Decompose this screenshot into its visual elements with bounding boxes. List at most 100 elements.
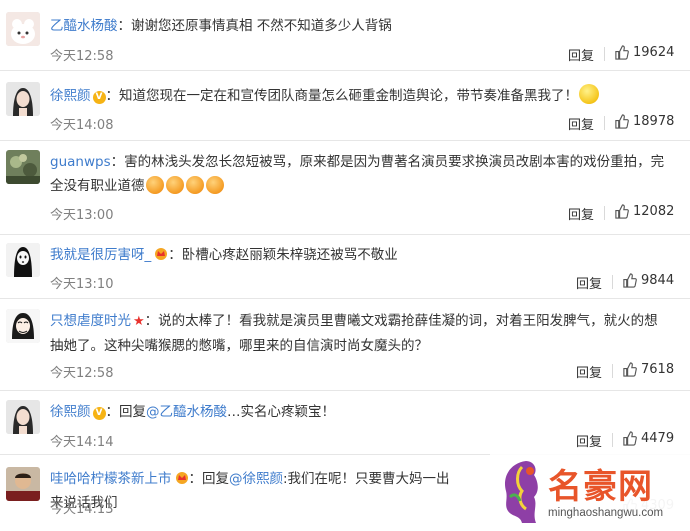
avatar-image (6, 150, 40, 184)
comment-text: 乙醯水杨酸：谢谢您还原事情真相 不然不知道多少人背锅 (50, 14, 668, 38)
comment-time: 今天14:08 (50, 118, 114, 133)
reply-prefix: 回复 (202, 471, 229, 487)
like-button[interactable]: 12082 (614, 204, 674, 219)
face-silhouette-logo-icon (504, 461, 538, 523)
separator: ： (105, 88, 120, 104)
comment-time: 今天14:13 (50, 502, 114, 517)
avatar[interactable] (6, 467, 40, 501)
avatar-image (6, 243, 40, 277)
divider (604, 116, 605, 130)
smile-emoji-icon (579, 84, 599, 104)
comment-body: 知道您现在一定在和宣传团队商量怎么砸重金制造舆论，带节奏准备黑我了！ (119, 88, 578, 104)
like-count: 19624 (633, 45, 675, 60)
crown-badge-icon (175, 472, 188, 484)
avatar-image (6, 12, 40, 46)
reply-button[interactable]: 回复 (576, 362, 602, 381)
comment-body: 谢谢您还原事情真相 不然不知道多少人背锅 (131, 18, 392, 34)
avatar[interactable] (6, 243, 40, 277)
avatar[interactable] (6, 82, 40, 116)
comment-text: 徐熙颜 V ：知道您现在一定在和宣传团队商量怎么砸重金制造舆论，带节奏准备黑我了！ (50, 84, 668, 108)
like-count: 4479 (641, 431, 675, 446)
angry-emoji-icon (205, 176, 224, 194)
avatar[interactable] (6, 150, 40, 184)
divider (612, 364, 613, 378)
comment-time: 今天13:10 (50, 277, 114, 292)
angry-emoji-icon (165, 176, 184, 194)
avatar-image (6, 309, 40, 343)
comment-author[interactable]: 乙醯水杨酸 (50, 18, 118, 34)
comment-body: 害的林浅头发忽长忽短被骂，原来都是因为曹著名演员要求换演员改剧本害的戏份重拍，完… (50, 154, 665, 194)
like-button[interactable]: 18978 (614, 114, 674, 129)
comment-item: 只想虐度时光 ★：说的太棒了！看我就是演员里曹曦文戏霸抢薛佳凝的词，对着王阳发脾气… (0, 299, 690, 391)
avatar-image (6, 400, 40, 434)
comment-author[interactable]: 哇哈哈柠檬茶新上市 (50, 471, 172, 487)
comment-item: 我就是很厉害呀_ ：卧槽心疼赵丽颖朱梓骁还被骂不敬业 今天13:10 回复 984… (0, 235, 690, 299)
avatar[interactable] (6, 400, 40, 434)
comment-text: 只想虐度时光 ★：说的太棒了！看我就是演员里曹曦文戏霸抢薛佳凝的词，对着王阳发脾气… (50, 309, 668, 358)
comment-author[interactable]: 只想虐度时光 (50, 313, 131, 329)
comment-text: 徐熙颜 V ：回复@乙醯水杨酸…实名心疼颖宝！ (50, 400, 668, 424)
thumbs-up-icon (623, 273, 637, 288)
avatar-image (6, 82, 40, 116)
thumbs-up-icon (623, 362, 637, 377)
angry-emoji-icon (185, 176, 204, 194)
like-button[interactable]: 4479 (622, 431, 674, 446)
separator: ： (144, 313, 159, 329)
reply-prefix: 回复 (119, 404, 146, 420)
thumbs-up-icon (615, 204, 629, 219)
reply-button[interactable]: 回复 (576, 273, 602, 292)
avatar[interactable] (6, 309, 40, 343)
separator: ： (188, 471, 203, 487)
comment-author[interactable]: 我就是很厉害呀_ (50, 247, 151, 263)
divider (604, 206, 605, 220)
reply-button[interactable]: 回复 (576, 431, 602, 450)
divider (612, 275, 613, 289)
like-count: 9844 (641, 273, 675, 288)
comment-time: 今天14:14 (50, 435, 114, 450)
comment-author[interactable]: 徐熙颜 (50, 404, 91, 420)
separator: ： (110, 154, 125, 170)
verified-badge-icon: V (92, 91, 106, 104)
star-badge-icon: ★ (133, 314, 145, 329)
divider (612, 433, 613, 447)
divider (604, 47, 605, 61)
avatar-image (6, 467, 40, 501)
separator: ： (105, 404, 120, 420)
like-count: 18978 (633, 114, 675, 129)
avatar[interactable] (6, 12, 40, 46)
watermark-title: 名豪网 (548, 467, 653, 507)
thumbs-up-icon (623, 431, 637, 446)
comment-time: 今天12:58 (50, 49, 114, 64)
reply-button[interactable]: 回复 (568, 45, 594, 64)
comment-author[interactable]: 徐熙颜 (50, 88, 91, 104)
watermark-url: minghaoshangwu.com (548, 507, 664, 519)
comment-item: 徐熙颜 V ：回复@乙醯水杨酸…实名心疼颖宝！ 今天14:14 回复 4479 (0, 391, 690, 455)
comment-text: 我就是很厉害呀_ ：卧槽心疼赵丽颖朱梓骁还被骂不敬业 (50, 243, 668, 267)
reply-button[interactable]: 回复 (568, 204, 594, 223)
separator: ： (168, 247, 182, 263)
comment-time: 今天13:00 (50, 208, 114, 223)
comment-body: 卧槽心疼赵丽颖朱梓骁还被骂不敬业 (181, 247, 398, 263)
thumbs-up-icon (615, 45, 629, 60)
like-count: 7618 (641, 362, 675, 377)
mention-link[interactable]: @乙醯水杨酸 (146, 404, 227, 420)
separator: ： (117, 18, 132, 34)
watermark-logo: 名豪网 minghaoshangwu.com (490, 453, 690, 531)
verified-badge-icon: V (92, 407, 106, 420)
like-button[interactable]: 7618 (622, 362, 674, 377)
like-button[interactable]: 9844 (622, 273, 674, 288)
mention-link[interactable]: @徐熙颜 (229, 471, 283, 487)
crown-badge-icon (155, 248, 168, 260)
comment-item: guanwps：害的林浅头发忽长忽短被骂，原来都是因为曹著名演员要求换演员改剧本… (0, 141, 690, 235)
angry-emoji-icon (145, 176, 164, 194)
comment-time: 今天12:58 (50, 366, 114, 381)
comment-body: …实名心疼颖宝！ (227, 404, 335, 420)
comment-text: guanwps：害的林浅头发忽长忽短被骂，原来都是因为曹著名演员要求换演员改剧本… (50, 150, 668, 198)
comment-item: 徐熙颜 V ：知道您现在一定在和宣传团队商量怎么砸重金制造舆论，带节奏准备黑我了！ … (0, 71, 690, 141)
like-button[interactable]: 19624 (614, 45, 674, 60)
comment-author[interactable]: guanwps (50, 154, 111, 170)
comment-item: 乙醯水杨酸：谢谢您还原事情真相 不然不知道多少人背锅 今天12:58 回复 19… (0, 0, 690, 71)
like-count: 12082 (633, 204, 675, 219)
thumbs-up-icon (615, 114, 629, 129)
reply-button[interactable]: 回复 (568, 114, 594, 133)
